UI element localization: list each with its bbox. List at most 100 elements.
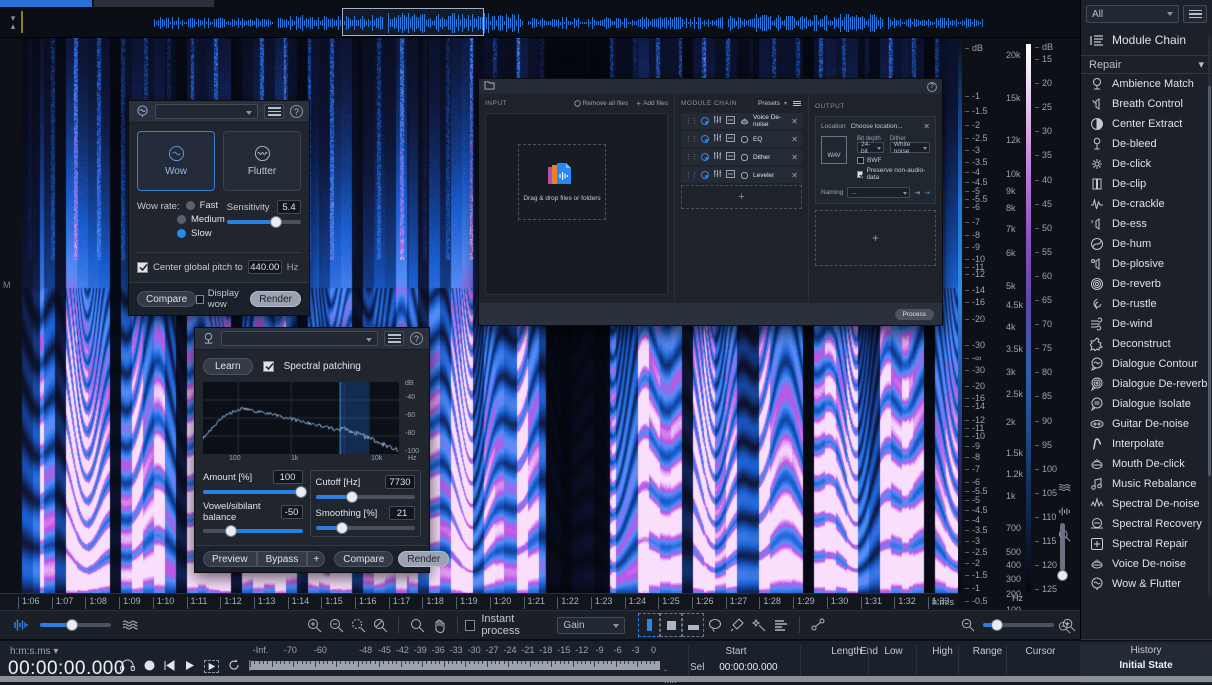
de-ess-spectrum-graph[interactable]: dB-40-60-80-100 1001k10kHz	[203, 382, 421, 466]
sidebar-item-de-rustle[interactable]: De-rustle	[1081, 294, 1212, 314]
sidebar-item-de-ess[interactable]: sDe-ess	[1081, 214, 1212, 234]
instant-process-checkbox[interactable]	[465, 620, 475, 631]
sidebar-item-de-click[interactable]: De-click	[1081, 154, 1212, 174]
module-power-icon[interactable]	[701, 153, 709, 161]
de-ess-window-header[interactable]: ?	[195, 328, 429, 350]
batch-drop-zone[interactable]: Drag & drop files or folders	[518, 144, 606, 220]
loop-icon[interactable]	[228, 659, 240, 674]
learn-button[interactable]: Learn	[203, 358, 253, 375]
help-icon-2[interactable]: ?	[410, 332, 423, 345]
drag-handle-icon[interactable]: ⋮⋮	[685, 135, 697, 143]
spectrogram-display-icon[interactable]	[119, 613, 141, 637]
record-icon[interactable]	[144, 660, 155, 674]
sidebar-item-dialogue-de-reverb[interactable]: Dialogue De-reverb	[1081, 374, 1212, 394]
balance-value[interactable]: -50	[281, 505, 303, 519]
frequency-selection-tool-icon[interactable]	[682, 613, 704, 637]
wow-render-button[interactable]: Render	[250, 291, 301, 307]
sidebar-item-center-extract[interactable]: Center Extract	[1081, 114, 1212, 134]
chain-row[interactable]: ⋮⋮Dither✕	[681, 149, 802, 165]
pen-tool-icon[interactable]	[807, 613, 829, 637]
output-format-icon[interactable]: WAV	[821, 136, 847, 164]
chain-row[interactable]: ⋮⋮EQ✕	[681, 131, 802, 147]
module-settings-icon[interactable]	[713, 169, 722, 181]
module-category-repair[interactable]: Repair ▾	[1081, 55, 1212, 74]
sidebar-item-interpolate[interactable]: Interpolate	[1081, 434, 1212, 454]
sidebar-item-de-clip[interactable]: De-clip	[1081, 174, 1212, 194]
dither-select[interactable]: White noise	[890, 142, 930, 153]
chevron-down-icon[interactable]: ▾	[1198, 58, 1204, 71]
spectrogram-toggle-icon[interactable]	[1052, 475, 1076, 499]
vertical-zoom-controls[interactable]	[1052, 475, 1074, 610]
zoom-to-selection-icon[interactable]	[348, 613, 370, 637]
bwf-checkbox[interactable]	[857, 157, 864, 164]
close-icon[interactable]: ✕	[791, 117, 798, 126]
remove-all-files-button[interactable]: Remove all files	[574, 100, 629, 107]
level-meter[interactable]: -Inf.-70-60-48-45-42-39-36-33-30-27-24-2…	[250, 645, 670, 679]
waveform-toggle-icon[interactable]	[1052, 499, 1076, 523]
chain-row[interactable]: ⋮⋮Leveler✕	[681, 167, 802, 183]
sidebar-item-dialogue-contour[interactable]: Dialogue Contour	[1081, 354, 1212, 374]
horizontal-zoom-slider[interactable]	[983, 623, 1054, 627]
lasso-selection-tool-icon[interactable]	[704, 613, 726, 637]
balance-slider[interactable]	[203, 529, 303, 533]
sidebar-item-de-wind[interactable]: De-wind	[1081, 314, 1212, 334]
overview-collapse-icon[interactable]: ▾▴	[6, 11, 20, 33]
wow-rate-slow[interactable]: Slow	[177, 228, 225, 239]
add-output-button[interactable]: +	[815, 210, 936, 266]
module-settings-icon[interactable]	[713, 115, 722, 127]
close-icon[interactable]: ✕	[791, 171, 798, 180]
add-files-button[interactable]: + Add files	[636, 99, 668, 108]
sidebar-item-de-crackle[interactable]: De-crackle	[1081, 194, 1212, 214]
smoothing-slider[interactable]	[316, 526, 416, 530]
module-power-icon[interactable]	[701, 135, 709, 143]
sidebar-item-voice-de-noise[interactable]: Voice De-noise	[1081, 554, 1212, 574]
hand-tool-icon[interactable]	[428, 613, 450, 637]
center-pitch-value[interactable]: 440.00	[248, 260, 282, 274]
headphones-icon[interactable]	[120, 659, 135, 674]
module-list-scrollbar[interactable]	[1208, 36, 1211, 596]
wow-compare-button[interactable]: Compare	[137, 291, 196, 307]
wow-menu-icon[interactable]	[264, 104, 284, 119]
de-ess-preset-select[interactable]	[221, 331, 378, 346]
time-format-selector[interactable]: h:m:s.ms ▾	[10, 646, 58, 657]
module-preset-icon[interactable]	[726, 169, 735, 181]
vertical-zoom-track[interactable]	[1060, 523, 1065, 571]
close-icon[interactable]: ✕	[923, 122, 930, 131]
vertical-zoom-knob[interactable]	[1057, 570, 1068, 581]
wow-preset-select[interactable]	[155, 104, 258, 119]
waveform-display-icon[interactable]	[10, 613, 32, 637]
play-selection-icon[interactable]	[204, 660, 219, 673]
batch-help-icon[interactable]: ?	[927, 82, 937, 92]
naming-prev-icon[interactable]: ⇥	[914, 189, 920, 197]
sidebar-item-spectral-de-noise[interactable]: Spectral De-noise	[1081, 494, 1212, 514]
sidebar-item-music-rebalance[interactable]: Music Rebalance	[1081, 474, 1212, 494]
module-settings-icon[interactable]	[713, 151, 722, 163]
module-preset-icon[interactable]	[726, 133, 735, 145]
drag-handle-icon[interactable]: ⋮⋮	[685, 171, 697, 179]
vertical-zoom-out-icon[interactable]	[957, 613, 979, 637]
magic-wand-tool-icon[interactable]	[748, 613, 770, 637]
cutoff-value[interactable]: 7730	[385, 475, 415, 489]
sidebar-item-de-hum[interactable]: De-hum	[1081, 234, 1212, 254]
sensitivity-value[interactable]: 5.4	[277, 200, 301, 214]
add-module-button[interactable]: +	[681, 185, 802, 209]
hamburger-menu-icon[interactable]	[1183, 5, 1207, 23]
module-preset-icon[interactable]	[726, 151, 735, 163]
close-icon[interactable]: ✕	[791, 153, 798, 162]
module-filter-select[interactable]: All	[1086, 5, 1179, 23]
module-preset-icon[interactable]	[726, 115, 735, 127]
naming-input[interactable]: ...	[847, 187, 910, 198]
bypass-add-button[interactable]: +	[307, 551, 325, 567]
bit-depth-select[interactable]: 24-bit	[857, 142, 884, 153]
sidebar-item-spectral-recovery[interactable]: Spectral Recovery	[1081, 514, 1212, 534]
waveform-overview[interactable]: ▾▴	[0, 0, 1080, 38]
sidebar-item-de-bleed[interactable]: De-bleed	[1081, 134, 1212, 154]
batch-window-header[interactable]: ?	[479, 79, 942, 94]
sidebar-item-ambience-match[interactable]: Ambience Match	[1081, 74, 1212, 94]
presets-menu-icon[interactable]	[791, 99, 802, 108]
wow-rate-medium[interactable]: Medium	[177, 214, 225, 225]
zoom-reset-icon[interactable]	[370, 613, 392, 637]
chain-row[interactable]: ⋮⋮Voice De-noise✕	[681, 113, 802, 129]
zoom-out-icon[interactable]	[326, 613, 348, 637]
sidebar-item-deconstruct[interactable]: Deconstruct	[1081, 334, 1212, 354]
